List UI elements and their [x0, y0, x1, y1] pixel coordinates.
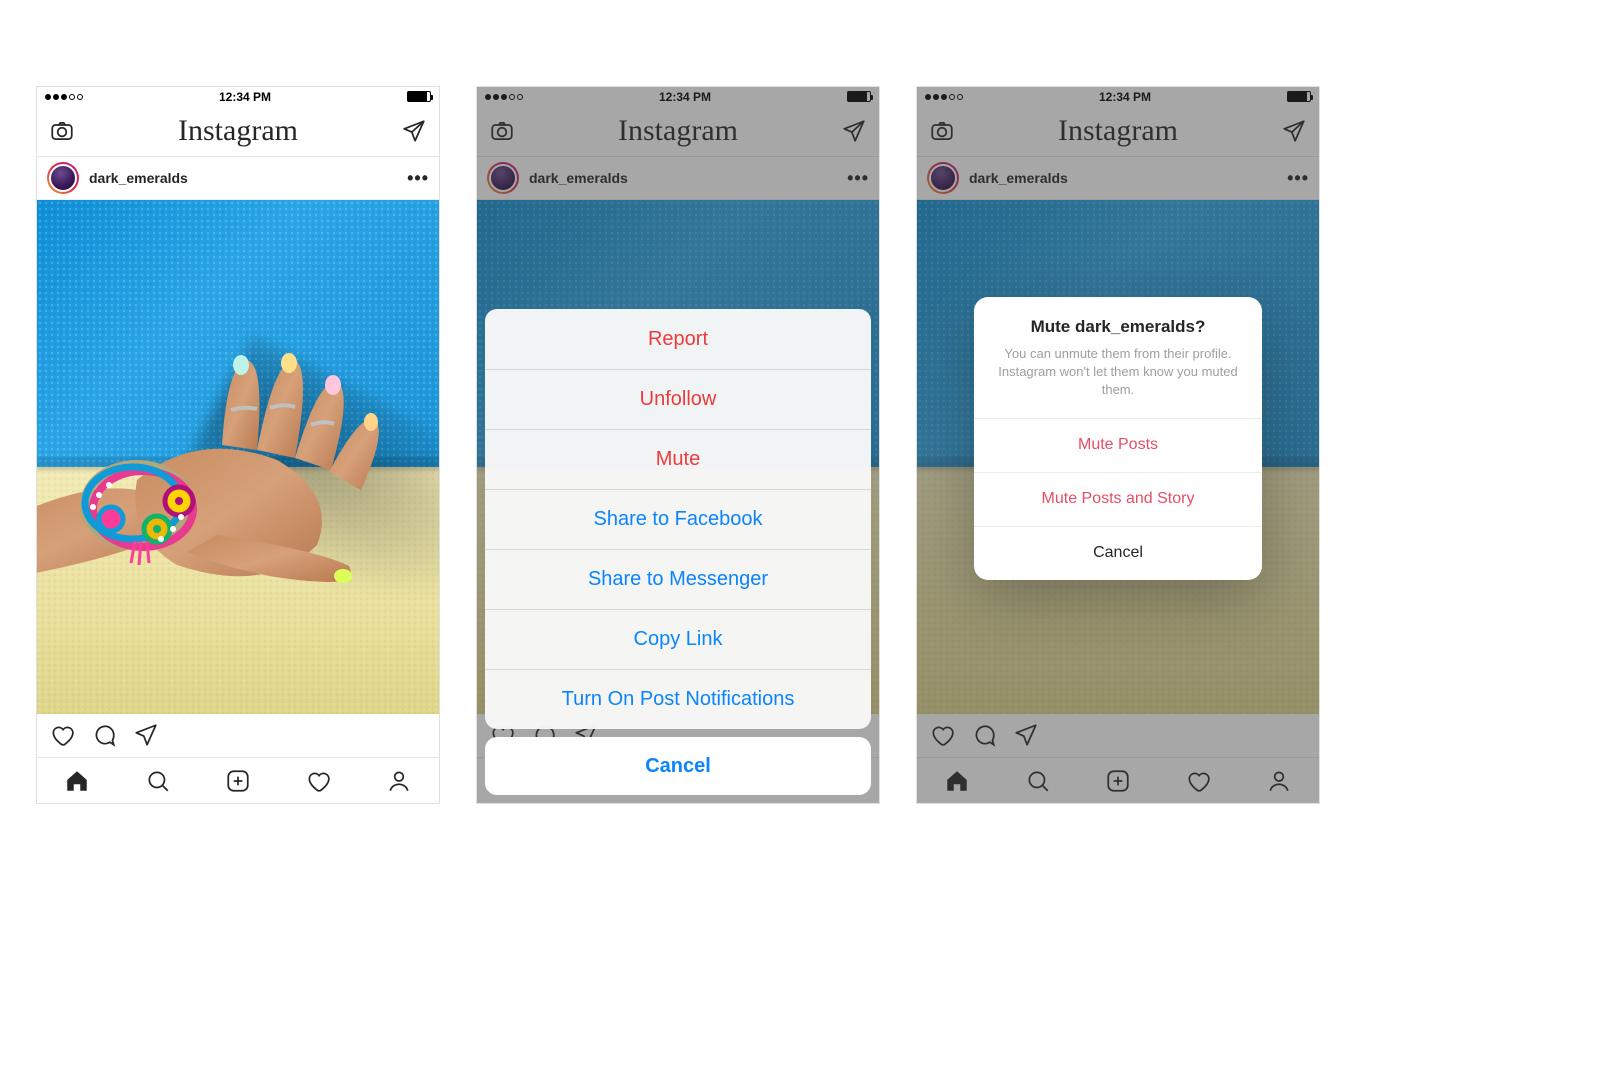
avatar[interactable] [47, 162, 79, 194]
post-actions [37, 714, 439, 758]
hand-illustration [37, 330, 437, 590]
alert-cancel[interactable]: Cancel [974, 526, 1262, 580]
search-icon[interactable] [145, 768, 171, 794]
battery-icon [407, 91, 431, 102]
mute-alert: Mute dark_emeralds? You can unmute them … [974, 297, 1262, 580]
post-more-button[interactable]: ••• [407, 168, 429, 189]
like-icon[interactable] [49, 722, 75, 748]
sheet-post-notifications[interactable]: Turn On Post Notifications [485, 669, 871, 729]
activity-icon[interactable] [305, 768, 331, 794]
home-icon[interactable] [64, 768, 90, 794]
post-image[interactable] [37, 200, 439, 713]
alert-message: You can unmute them from their profile. … [994, 345, 1242, 400]
camera-icon[interactable] [49, 118, 75, 144]
alert-mute-posts-story[interactable]: Mute Posts and Story [974, 472, 1262, 526]
sheet-mute[interactable]: Mute [485, 429, 871, 489]
status-bar: 12:34 PM [37, 87, 439, 107]
sheet-unfollow[interactable]: Unfollow [485, 369, 871, 429]
comment-icon[interactable] [91, 722, 117, 748]
tab-bar [37, 757, 439, 803]
screen-actionsheet: 12:34 PM Instagram dark_emeralds ••• [476, 86, 880, 804]
screen-feed: 12:34 PM Instagram dark_emer [36, 86, 440, 804]
sheet-share-messenger[interactable]: Share to Messenger [485, 549, 871, 609]
add-post-icon[interactable] [225, 768, 251, 794]
alert-mute-posts[interactable]: Mute Posts [974, 418, 1262, 472]
post-header: dark_emeralds ••• [37, 157, 439, 201]
status-clock: 12:34 PM [219, 90, 271, 104]
signal-dots-icon [45, 94, 83, 100]
sheet-cancel[interactable]: Cancel [485, 737, 871, 795]
share-icon[interactable] [133, 722, 159, 748]
direct-message-icon[interactable] [401, 118, 427, 144]
alert-title: Mute dark_emeralds? [994, 317, 1242, 337]
action-sheet: Report Unfollow Mute Share to Facebook S… [485, 309, 871, 795]
post-username[interactable]: dark_emeralds [89, 170, 188, 186]
sheet-report[interactable]: Report [485, 309, 871, 369]
sheet-share-facebook[interactable]: Share to Facebook [485, 489, 871, 549]
screen-mute-alert: 12:34 PM Instagram dark_emeralds ••• [916, 86, 1320, 804]
app-header: Instagram [37, 107, 439, 157]
profile-icon[interactable] [386, 768, 412, 794]
sheet-copy-link[interactable]: Copy Link [485, 609, 871, 669]
instagram-logo: Instagram [178, 114, 298, 148]
